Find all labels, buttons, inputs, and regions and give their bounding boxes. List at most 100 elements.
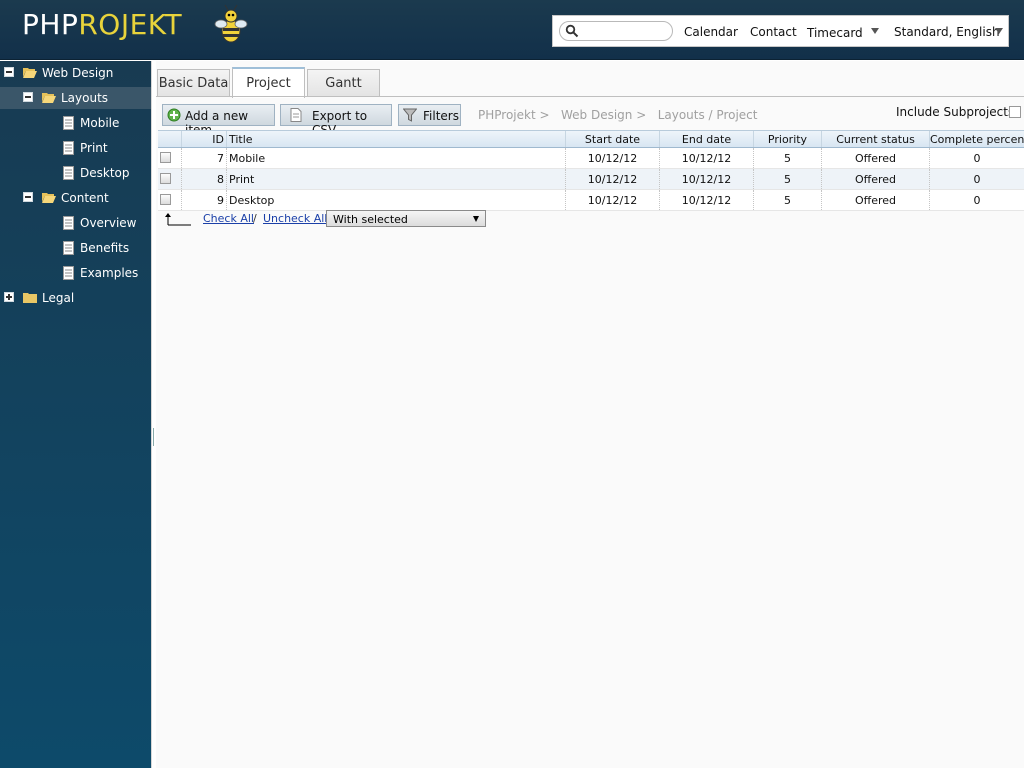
chevron-down-icon[interactable] <box>871 28 879 34</box>
grid-footer: Check All / Uncheck All With selected <box>158 209 1024 229</box>
tab-basic-data[interactable]: Basic Data <box>157 69 230 97</box>
grid-header-priority[interactable]: Priority <box>754 131 822 147</box>
cell-title[interactable]: Print <box>227 169 566 189</box>
app-header: PHPROJEKT Calendar Contact Timecard Stan… <box>0 0 1024 60</box>
cell-start-date[interactable]: 10/12/12 <box>566 190 660 210</box>
cell-title[interactable]: Desktop <box>227 190 566 210</box>
folder-icon <box>23 293 37 303</box>
top-toolbar: Calendar Contact Timecard Standard, Engl… <box>552 15 1009 47</box>
row-checkbox[interactable] <box>160 152 171 163</box>
chevron-down-icon[interactable] <box>995 28 1003 34</box>
cell-priority[interactable]: 5 <box>754 190 822 210</box>
nav-contact[interactable]: Contact <box>750 25 797 39</box>
table-row[interactable]: 8 Print 10/12/12 10/12/12 5 Offered 0 <box>158 169 1024 190</box>
document-icon <box>63 241 74 255</box>
cell-priority[interactable]: 5 <box>754 169 822 189</box>
cell-current-status[interactable]: Offered <box>822 190 930 210</box>
bee-mascot-icon <box>214 4 248 43</box>
logo-php-text: PHP <box>22 8 79 41</box>
tree-item-label: Web Design <box>42 66 114 80</box>
add-item-button[interactable]: Add a new item <box>162 104 275 137</box>
grid-header-start-date[interactable]: Start date <box>566 131 660 147</box>
language-selector[interactable]: Standard, English <box>894 25 1000 39</box>
table-row[interactable]: 7 Mobile 10/12/12 10/12/12 5 Offered 0 <box>158 148 1024 169</box>
cell-end-date[interactable]: 10/12/12 <box>660 148 754 168</box>
cell-end-date[interactable]: 10/12/12 <box>660 169 754 189</box>
tab-divider <box>156 96 1024 97</box>
grid-header-complete-percent[interactable]: Complete percent <box>930 131 1024 147</box>
add-icon <box>167 108 181 122</box>
tree-item-label: Legal <box>42 291 75 305</box>
cell-complete-percent[interactable]: 0 <box>930 190 1024 210</box>
cell-start-date[interactable]: 10/12/12 <box>566 148 660 168</box>
table-row[interactable]: 9 Desktop 10/12/12 10/12/12 5 Offered 0 <box>158 190 1024 211</box>
export-csv-button[interactable]: Export to CSV <box>280 104 392 137</box>
cell-end-date[interactable]: 10/12/12 <box>660 190 754 210</box>
check-all-link[interactable]: Check All <box>203 212 254 225</box>
cell-current-status[interactable]: Offered <box>822 169 930 189</box>
collapse-icon[interactable] <box>4 67 14 77</box>
uncheck-all-link[interactable]: Uncheck All <box>263 212 327 225</box>
grid-header-id[interactable]: ID <box>182 131 227 147</box>
include-subprojects-label: Include Subprojects <box>896 105 1015 119</box>
cell-title[interactable]: Mobile <box>227 148 566 168</box>
search-icon <box>565 24 579 38</box>
collapse-icon[interactable] <box>23 192 33 202</box>
tree-item-label: Mobile <box>80 116 120 130</box>
tab-gantt[interactable]: Gantt <box>307 69 380 97</box>
row-checkbox[interactable] <box>160 194 171 205</box>
splitter-grip-icon[interactable] <box>153 428 154 446</box>
cell-id: 9 <box>182 190 227 210</box>
tree-item-layouts[interactable]: Layouts <box>0 87 151 109</box>
cell-start-date[interactable]: 10/12/12 <box>566 169 660 189</box>
tree-item-desktop[interactable]: Desktop <box>0 162 151 184</box>
cell-priority[interactable]: 5 <box>754 148 822 168</box>
app-logo[interactable]: PHPROJEKT <box>22 8 182 41</box>
nav-calendar[interactable]: Calendar <box>684 25 738 39</box>
document-icon <box>63 266 74 280</box>
cell-complete-percent[interactable]: 0 <box>930 169 1024 189</box>
grid-header-title[interactable]: Title <box>227 131 566 147</box>
include-subprojects-checkbox[interactable] <box>1009 106 1021 118</box>
tree-item-label: Desktop <box>80 166 130 180</box>
cell-complete-percent[interactable]: 0 <box>930 148 1024 168</box>
with-selected-dropdown[interactable]: With selected <box>326 210 486 227</box>
arrow-up-corner-icon <box>165 213 191 226</box>
expand-icon[interactable] <box>4 292 14 302</box>
document-icon <box>63 166 74 180</box>
row-select-cell <box>158 190 182 210</box>
cell-current-status[interactable]: Offered <box>822 148 930 168</box>
folder-open-icon <box>42 93 56 103</box>
nav-timecard[interactable]: Timecard <box>807 26 863 40</box>
document-icon <box>63 141 74 155</box>
row-select-cell <box>158 148 182 168</box>
filters-button[interactable]: Filters <box>398 104 461 126</box>
tree-item-content[interactable]: Content <box>0 187 151 209</box>
cell-id: 7 <box>182 148 227 168</box>
tree-item-overview[interactable]: Overview <box>0 212 151 234</box>
tree-item-label: Benefits <box>80 241 130 255</box>
chevron-down-icon <box>473 216 479 222</box>
tree-item-label: Examples <box>80 266 139 280</box>
main-panel: Basic Data Project Gantt Add a new item … <box>156 61 1024 768</box>
separator: / <box>253 212 257 225</box>
search-input[interactable] <box>559 21 673 41</box>
row-checkbox[interactable] <box>160 173 171 184</box>
tree-item-examples[interactable]: Examples <box>0 262 151 284</box>
collapse-icon[interactable] <box>23 92 33 102</box>
tree-item-print[interactable]: Print <box>0 137 151 159</box>
tree-item-benefits[interactable]: Benefits <box>0 237 151 259</box>
tree-item-web-design[interactable]: Web Design <box>0 62 151 84</box>
breadcrumb[interactable]: PHProjekt > Web Design > Layouts / Proje… <box>478 108 757 122</box>
tab-project[interactable]: Project <box>232 67 305 98</box>
logo-projekt-text: ROJEKT <box>78 8 183 41</box>
tree-item-mobile[interactable]: Mobile <box>0 112 151 134</box>
project-tree-sidebar: Web Design Layouts Mobile Print Desktop … <box>0 61 151 768</box>
grid-header-current-status[interactable]: Current status <box>822 131 930 147</box>
grid-header-row: ID Title Start date End date Priority Cu… <box>158 130 1024 148</box>
with-selected-value: With selected <box>333 213 408 226</box>
document-icon <box>63 116 74 130</box>
row-select-cell <box>158 169 182 189</box>
tree-item-legal[interactable]: Legal <box>0 287 151 309</box>
grid-header-end-date[interactable]: End date <box>660 131 754 147</box>
